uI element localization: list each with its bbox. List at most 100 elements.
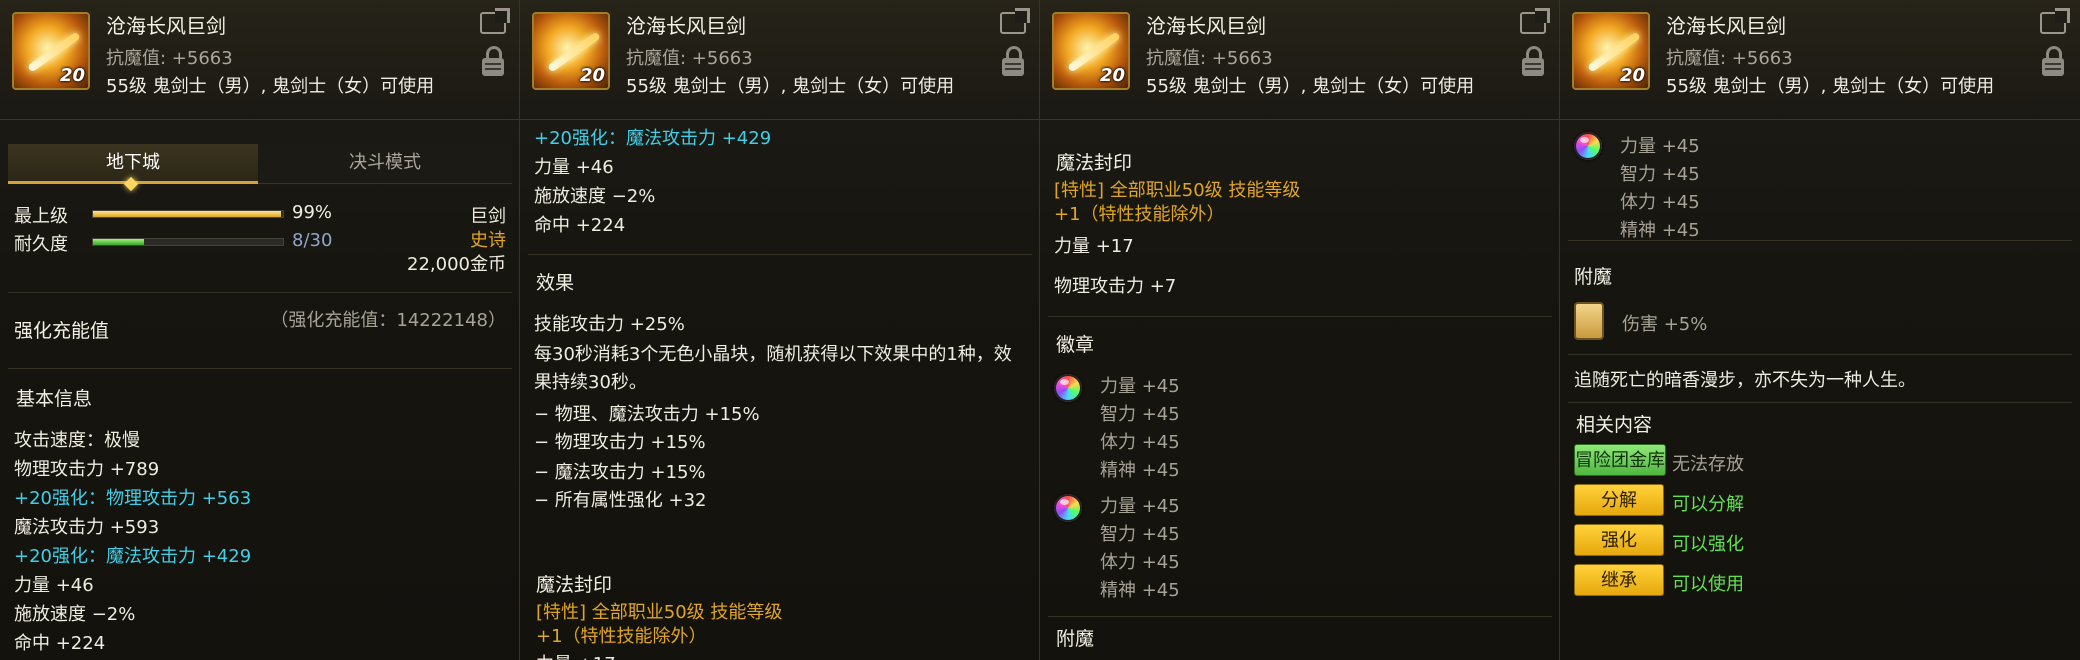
item-name: 沧海长风巨剑 (1666, 14, 1786, 38)
item-name: 沧海长风巨剑 (106, 14, 226, 38)
seal-stat-2: 物理攻击力 +7 (1054, 276, 1177, 297)
enchant-card-icon (1574, 302, 1604, 340)
effect-title: 效果 (536, 272, 575, 294)
stat-line: 攻击速度：极慢 (14, 430, 140, 451)
emblem-stat: 精神 +45 (1100, 580, 1180, 601)
durability-fill (93, 239, 144, 245)
seal-line-2: +1（特性技能除外） (1054, 204, 1225, 225)
effect-line: − 物理、魔法攻击力 +15% (534, 404, 760, 425)
related-button-1[interactable]: 分解 (1574, 484, 1664, 516)
related-button-2[interactable]: 强化 (1574, 524, 1664, 556)
enchant-value: 伤害 +5% (1622, 314, 1708, 335)
item-icon: 20 (1052, 12, 1130, 90)
tooltip-strip: 20 沧海长风巨剑 抗魔值: +5663 55级 鬼剑士（男）, 鬼剑士（女）可… (0, 0, 2080, 660)
stat-line: 力量 +46 (14, 575, 94, 596)
divider (1568, 240, 2072, 241)
resist-value: 抗魔值: +5663 (106, 48, 233, 69)
rarity: 史诗 (470, 230, 506, 251)
item-header: 20 沧海长风巨剑 抗魔值: +5663 55级 鬼剑士（男）, 鬼剑士（女）可… (520, 0, 1039, 120)
item-name: 沧海长风巨剑 (626, 14, 746, 38)
share-icon[interactable] (2040, 12, 2066, 34)
emblem-title: 徽章 (1056, 334, 1095, 356)
stat-line: 物理攻击力 +789 (14, 459, 160, 480)
seal-stat-partial: 力量 +17 (536, 650, 616, 660)
price: 22,000金币 (407, 254, 506, 275)
divider (1568, 402, 2072, 403)
related-status: 可以分解 (1672, 494, 1744, 515)
related-button-0[interactable]: 冒险团金库 (1574, 444, 1666, 476)
tooltip-body: 力量 +45 智力 +45 体力 +45 精神 +45 附魔 伤害 +5% 追随死亡的… (1560, 120, 2080, 660)
enhance-charge-value: （强化充能值：14222148） (270, 310, 506, 331)
item-header: 20 沧海长风巨剑 抗魔值: +5663 55级 鬼剑士（男）, 鬼剑士（女）可… (0, 0, 519, 120)
enchant-title: 附魔 (1574, 266, 1613, 288)
item-icon: 20 (532, 12, 610, 90)
tooltip-panel-2: 20 沧海长风巨剑 抗魔值: +5663 55级 鬼剑士（男）, 鬼剑士（女）可… (520, 0, 1040, 660)
tooltip-panel-3: 20 沧海长风巨剑 抗魔值: +5663 55级 鬼剑士（男）, 鬼剑士（女）可… (1040, 0, 1560, 660)
effect-line: − 所有属性强化 +32 (534, 490, 707, 511)
related-button-3[interactable]: 继承 (1574, 564, 1664, 596)
requirement: 55级 鬼剑士（男）, 鬼剑士（女）可使用 (1666, 76, 1995, 97)
divider (8, 292, 512, 293)
related-status: 可以强化 (1672, 534, 1744, 555)
icon-level: 20 (1619, 65, 1645, 86)
lock-icon[interactable] (482, 46, 504, 76)
stat-line: 施放速度 −2% (534, 186, 656, 207)
tab-pvp[interactable]: 决斗模式 (258, 144, 512, 184)
stat-line: +20强化：物理攻击力 +563 (14, 488, 252, 509)
requirement: 55级 鬼剑士（男）, 鬼剑士（女）可使用 (1146, 76, 1475, 97)
emblem-stat: 智力 +45 (1620, 164, 1700, 185)
emblem-orb-icon (1574, 132, 1602, 160)
icon-level: 20 (59, 65, 85, 86)
related-title: 相关内容 (1576, 414, 1653, 436)
effect-line: − 魔法攻击力 +15% (534, 462, 706, 483)
emblem-orb-icon (1054, 374, 1082, 402)
emblem-stat: 智力 +45 (1100, 404, 1180, 425)
emblem-stat: 精神 +45 (1620, 220, 1700, 241)
effect-line: 果持续30秒。 (534, 372, 647, 393)
basic-info-title: 基本信息 (16, 388, 93, 410)
emblem-stat: 体力 +45 (1100, 552, 1180, 573)
related-status: 无法存放 (1672, 454, 1744, 475)
tooltip-panel-4: 20 沧海长风巨剑 抗魔值: +5663 55级 鬼剑士（男）, 鬼剑士（女）可… (1560, 0, 2080, 660)
lock-icon[interactable] (2042, 46, 2064, 76)
lock-icon[interactable] (1002, 46, 1024, 76)
tooltip-body: +20强化：魔法攻击力 +429 力量 +46 施放速度 −2% 命中 +224 效果… (520, 120, 1039, 660)
share-icon[interactable] (1000, 12, 1026, 34)
emblem-stat: 智力 +45 (1100, 524, 1180, 545)
enchant-title: 附魔 (1056, 628, 1095, 650)
item-name: 沧海长风巨剑 (1146, 14, 1266, 38)
share-icon[interactable] (1520, 12, 1546, 34)
resist-value: 抗魔值: +5663 (626, 48, 753, 69)
durability-label: 耐久度 (14, 234, 68, 255)
stat-line: +20强化：魔法攻击力 +429 (14, 546, 252, 567)
stat-line: 力量 +46 (534, 157, 614, 178)
item-icon: 20 (12, 12, 90, 90)
effect-line: − 物理攻击力 +15% (534, 432, 706, 453)
stat-line: 施放速度 −2% (14, 604, 136, 625)
durability-value: 8/30 (292, 230, 333, 251)
seal-title: 魔法封印 (1056, 152, 1133, 174)
enhance-charge-label: 强化充能值 (14, 320, 110, 342)
effect-line: 技能攻击力 +25% (534, 314, 685, 335)
share-icon[interactable] (480, 12, 506, 34)
emblem-stat: 体力 +45 (1100, 432, 1180, 453)
item-header: 20 沧海长风巨剑 抗魔值: +5663 55级 鬼剑士（男）, 鬼剑士（女）可… (1040, 0, 1559, 120)
stat-line: 命中 +224 (14, 633, 106, 654)
emblem-orb-icon (1054, 494, 1082, 522)
weapon-type: 巨剑 (470, 206, 506, 227)
stat-line: 魔法攻击力 +593 (14, 517, 160, 538)
divider (528, 254, 1032, 255)
resist-value: 抗魔值: +5663 (1666, 48, 1793, 69)
seal-line-1: [特性] 全部职业50级 技能等级 (1054, 180, 1301, 201)
stat-line: +20强化：魔法攻击力 +429 (534, 128, 772, 149)
emblem-stat: 力量 +45 (1100, 496, 1180, 517)
emblem-stat: 精神 +45 (1100, 460, 1180, 481)
requirement: 55级 鬼剑士（男）, 鬼剑士（女）可使用 (626, 76, 955, 97)
divider (1048, 616, 1552, 617)
item-header: 20 沧海长风巨剑 抗魔值: +5663 55级 鬼剑士（男）, 鬼剑士（女）可… (1560, 0, 2080, 120)
lock-icon[interactable] (1522, 46, 1544, 76)
emblem-stat: 力量 +45 (1620, 136, 1700, 157)
tooltip-body: 地下城 决斗模式 最上级 99% 耐久度 8/30 巨剑 史诗 22,000金币… (0, 120, 519, 660)
tab-dungeon[interactable]: 地下城 (8, 144, 258, 184)
flavor-text: 追随死亡的暗香漫步，亦不失为一种人生。 (1574, 370, 1916, 391)
